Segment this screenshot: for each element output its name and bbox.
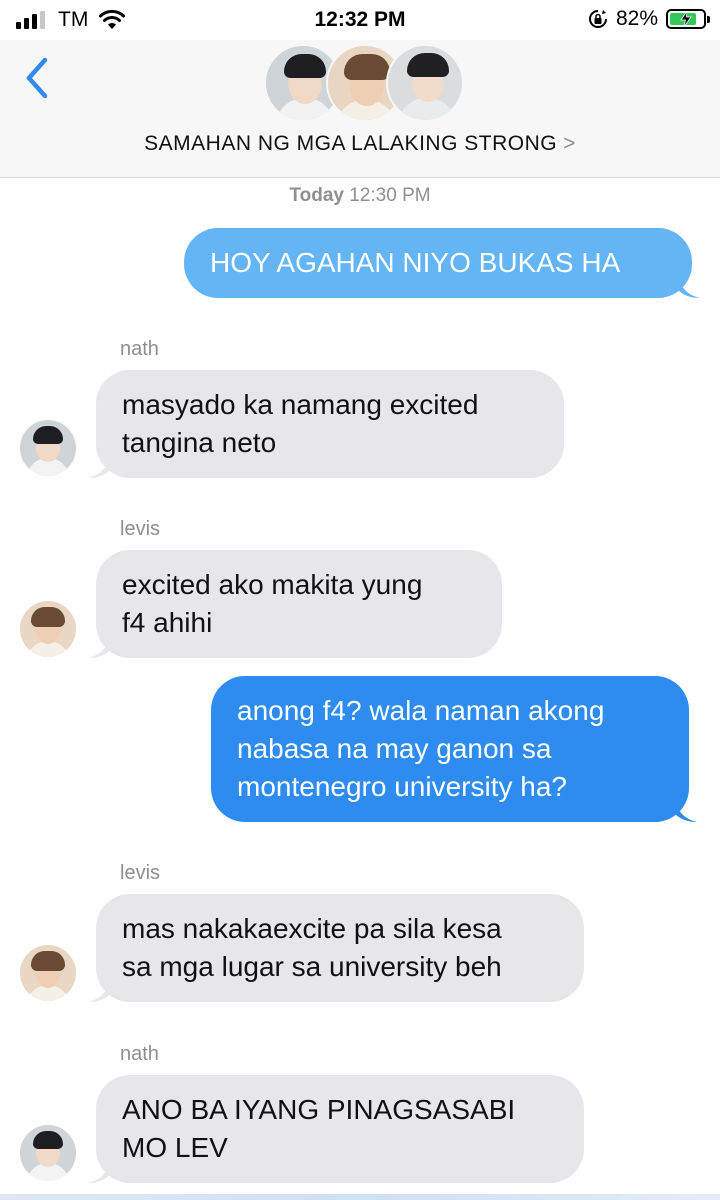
bubble-tail	[88, 636, 110, 658]
bolt-icon	[680, 11, 692, 27]
message-text-line: masyado ka namang excited	[122, 389, 479, 420]
message-text-line: mas nakakaexcite pa sila kesa	[122, 913, 502, 944]
back-button[interactable]	[20, 54, 56, 102]
sender-name: nath	[120, 1043, 159, 1065]
bubble-tail	[675, 800, 697, 822]
sender-name: levis	[120, 518, 161, 540]
bubble-tail	[88, 456, 110, 478]
message-bubble-incoming[interactable]: ANO BA IYANG PINAGSASABI MO LEV	[88, 1075, 584, 1183]
message-text-line: montenegro university ha?	[237, 771, 567, 802]
conversation-timestamp: Today 12:30 PM	[0, 185, 720, 207]
sender-name: nath	[120, 338, 159, 360]
bottom-edge	[0, 1194, 720, 1200]
status-bar: TM 12:32 PM 82%	[0, 0, 720, 40]
avatar-nath[interactable]	[20, 420, 76, 476]
bubble-tail	[678, 276, 700, 298]
conversation-header: SAMAHAN NG MGA LALAKING STRONG >	[0, 40, 720, 178]
group-avatar-3	[386, 44, 464, 122]
message-text-line: MO LEV	[122, 1132, 228, 1163]
message-text-line: ANO BA IYANG PINAGSASABI	[122, 1094, 516, 1125]
group-title-text: SAMAHAN NG MGA LALAKING STRONG	[144, 132, 558, 155]
message-bubble-outgoing[interactable]: HOY AGAHAN NIYO BUKAS HA	[184, 228, 700, 298]
avatar-nath[interactable]	[20, 1125, 76, 1181]
message-text-line: f4 ahihi	[122, 607, 213, 638]
chevron-right-icon: >	[563, 132, 576, 155]
message-text-line: excited ako makita yung	[122, 569, 423, 600]
bubble-tail	[88, 980, 110, 1002]
message-text-line: sa mga lugar sa university beh	[122, 951, 502, 982]
avatar-levis[interactable]	[20, 945, 76, 1001]
group-avatars[interactable]	[264, 44, 464, 124]
bubble-tail	[88, 1161, 110, 1183]
message-bubble-outgoing[interactable]: anong f4? wala naman akong nabasa na may…	[211, 676, 697, 822]
group-title[interactable]: SAMAHAN NG MGA LALAKING STRONG >	[0, 132, 720, 156]
message-text-line: anong f4? wala naman akong	[237, 695, 605, 726]
timestamp-day: Today	[289, 185, 344, 206]
message-text-line: tangina neto	[122, 427, 277, 458]
message-bubble-incoming[interactable]: mas nakakaexcite pa sila kesa sa mga lug…	[88, 894, 584, 1002]
battery-percent: 82%	[615, 7, 658, 30]
status-right: 82%	[588, 7, 710, 31]
message-text-line: nabasa na may ganon sa	[237, 733, 552, 764]
timestamp-time: 12:30 PM	[349, 185, 431, 206]
battery-charging-icon	[666, 9, 710, 29]
sender-name: levis	[120, 862, 161, 884]
avatar-levis[interactable]	[20, 601, 76, 657]
battery-cap	[707, 16, 710, 23]
message-bubble-incoming[interactable]: masyado ka namang excited tangina neto	[88, 370, 564, 478]
orientation-lock-icon	[589, 10, 607, 28]
message-bubble-incoming[interactable]: excited ako makita yung f4 ahihi	[88, 550, 502, 658]
message-text: HOY AGAHAN NIYO BUKAS HA	[210, 247, 621, 278]
